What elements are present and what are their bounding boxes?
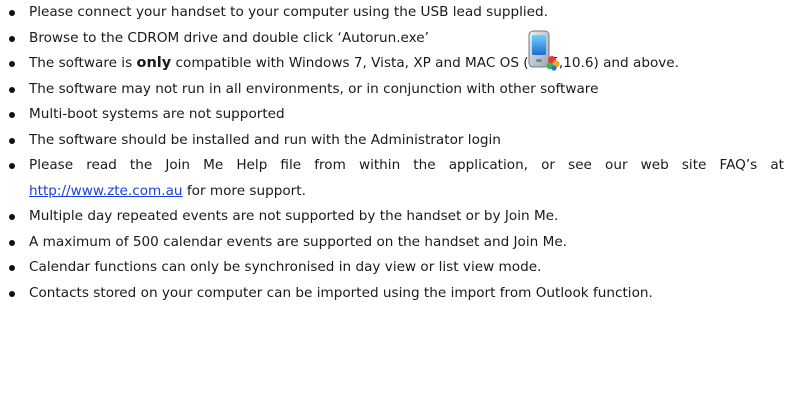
bullet-text: Please connect your handset to your comp… — [29, 4, 548, 20]
autorun-installer-icon — [528, 30, 560, 71]
bullet-text-after: compatible with Windows 7, Vista, XP and… — [171, 55, 679, 71]
bullet-icon — [9, 214, 15, 220]
bullet-icon — [9, 35, 15, 42]
bullet-text: Contacts stored on your computer can be … — [29, 284, 653, 301]
bullet-icon — [9, 290, 15, 297]
bullet-icon — [9, 265, 15, 271]
emphasis-text: only — [136, 55, 172, 71]
bullet-text-before: The software is — [29, 55, 137, 71]
bullet-text: A maximum of 500 calendar events are sup… — [29, 233, 568, 250]
list-item: Please connect your handset to your comp… — [0, 0, 796, 26]
list-item: Please read the Join Me Help file from w… — [0, 153, 796, 204]
list-item: Browse to the CDROM drive and double cli… — [0, 26, 796, 52]
website-link[interactable]: http://www.zte.com.au — [29, 183, 183, 199]
bullet-icon — [9, 10, 15, 16]
bullet-text: Multiple day repeated events are not sup… — [29, 208, 559, 224]
list-item: Calendar functions can only be synchroni… — [0, 255, 796, 281]
document-page: Please connect your handset to your comp… — [0, 0, 796, 409]
bullet-icon — [9, 137, 15, 144]
list-item: The software is only compatible with Win… — [0, 51, 796, 77]
bullet-icon — [9, 86, 15, 93]
bullet-list: Please connect your handset to your comp… — [0, 0, 796, 306]
list-item: Multi-boot systems are not supported — [0, 102, 796, 128]
bullet-text: Multi-boot systems are not supported — [29, 106, 285, 122]
bullet-text: Calendar functions can only be synchroni… — [29, 259, 542, 275]
bullet-text-before: Please read the Join Me Help file from w… — [29, 157, 784, 173]
bullet-icon — [9, 61, 15, 67]
list-item: Contacts stored on your computer can be … — [0, 281, 796, 307]
bullet-icon — [9, 112, 15, 118]
bullet-text-after: for more support. — [182, 182, 306, 199]
list-item: Multiple day repeated events are not sup… — [0, 204, 796, 230]
bullet-icon — [9, 163, 15, 169]
bullet-text: The software should be installed and run… — [29, 131, 501, 148]
bullet-icon — [9, 239, 15, 246]
bullet-text: Browse to the CDROM drive and double cli… — [29, 29, 429, 46]
list-item: A maximum of 500 calendar events are sup… — [0, 230, 796, 256]
bullet-text: The software may not run in all environm… — [29, 80, 599, 97]
list-item: The software may not run in all environm… — [0, 77, 796, 103]
list-item: The software should be installed and run… — [0, 128, 796, 154]
